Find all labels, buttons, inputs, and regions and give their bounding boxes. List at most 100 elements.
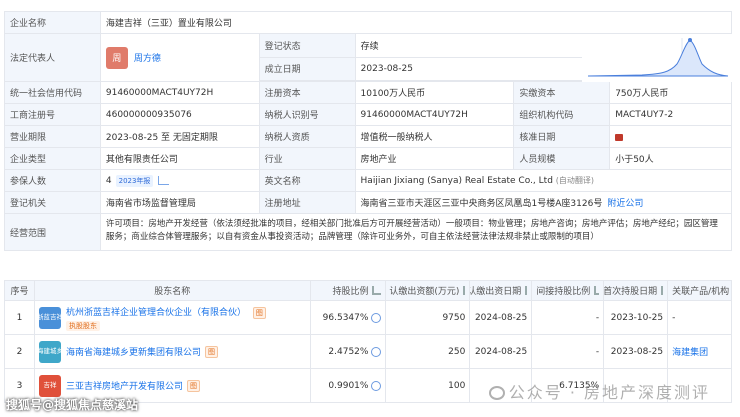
shareholder-info: 杭州浙蓝吉祥企业管理合伙企业（有限合伙） 图 执股股东 [65,305,266,331]
row-company-name: 企业名称 海建吉祥（三亚）置业有限公司 [5,12,732,34]
ratio: 2.4752% [328,346,369,357]
shareholder-name[interactable]: 海南省海建城乡更新集团有限公司 [66,345,201,358]
chart-badge[interactable]: 图 [204,345,218,358]
watermark-right-text: 公众号 · 房地产深度测评 [508,383,710,402]
auto-translate-note: (自动翻译) [555,176,595,185]
company-logo: 吉祥 [38,374,61,397]
date: 2024-08-25 [470,301,533,334]
chart-badge[interactable]: 图 [252,306,266,319]
address-cell: 海南省三亚市天涯区三亚中央商务区凤凰岛1号楼A座3126号 附近公司 [356,192,732,213]
col-date[interactable]: 认缴出资日期 [470,281,533,300]
approval-date-label: 核准日期 [514,126,611,147]
company-name: 海建吉祥（三亚）置业有限公司 [101,12,732,33]
type-label: 企业类型 [5,148,101,169]
col-amount[interactable]: 认缴出资额(万元) [386,281,471,300]
en-name-label: 英文名称 [259,170,356,191]
sort-icon [594,286,600,295]
col-date-label: 认缴出资日期 [470,287,522,297]
row-reg-no: 工商注册号 460000000935076 纳税人识别号 91460000MAC… [5,104,733,126]
credit-code-label: 统一社会信用代码 [5,82,101,103]
legal-rep-link[interactable]: 周方德 [134,51,161,64]
org-code: MACT4UY7-2 [610,104,733,125]
amount: 100 [386,369,471,402]
founded-label: 成立日期 [259,57,356,80]
staff-size-label: 人员规模 [514,148,611,169]
shareholder-name[interactable]: 三亚吉祥房地产开发有限公司 [66,379,183,392]
table-header: 序号 股东名称 持股比例 认缴出资额(万元) 认缴出资日期 间接持股比例 首次持… [5,281,733,301]
industry-label: 行业 [259,148,356,169]
row-type: 企业类型 其他有限责任公司 行业 房地产业 人员规模 小于50人 [5,148,733,170]
en-name-cell: Haijian Jixiang (Sanya) Real Estate Co.,… [356,170,732,191]
lock-icon [615,134,624,141]
staff-size: 小于50人 [610,148,733,169]
sort-icon [463,286,466,295]
col-first-date-label: 首次持股日期 [604,287,658,297]
watermark-left: 搜狐号@搜狐焦点慈溪站 [6,398,139,412]
sort-icon [661,286,664,295]
en-name: Haijian Jixiang (Sanya) Real Estate Co.,… [360,175,553,186]
col-indirect[interactable]: 间接持股比例 [532,281,605,300]
trend-icon[interactable] [158,176,170,185]
related: - [668,301,733,334]
company-name-label: 企业名称 [5,12,101,33]
reg-authority: 海南省市场监督管理局 [101,192,260,213]
ratio-cell: 96.5347% [311,301,387,334]
avatar: 周 [105,46,128,69]
related-link[interactable]: 海建集团 [668,335,733,368]
term-label: 营业期限 [5,126,101,147]
col-related: 关联产品/机构 [668,281,733,300]
row-legal-rep: 法定代表人 周 周方德 登记状态 存续 成立日期 2023-08-25 [5,34,732,82]
penetration-icon[interactable] [371,380,382,391]
col-first-date[interactable]: 首次持股日期 [604,281,669,300]
address: 海南省三亚市天涯区三亚中央商务区凤凰岛1号楼A座3126号 [360,199,603,209]
chart-badge[interactable]: 图 [186,379,200,392]
org-code-label: 组织机构代码 [514,104,611,125]
paid-capital: 750万人民币 [610,82,733,103]
ratio-cell: 0.9901% [311,369,387,402]
row-term: 营业期限 2023-08-25 至 无固定期限 纳税人资质 增值税一般纳税人 核… [5,126,733,148]
reg-capital: 10100万人民币 [356,82,515,103]
wechat-icon [488,386,505,400]
date: 2024-08-25 [470,335,533,368]
legal-rep-cell: 周 周方德 [101,34,260,81]
indirect: - [532,301,605,334]
taxpayer-type: 增值税一般纳税人 [356,126,515,147]
ratio: 0.9901% [328,380,369,391]
sort-icon [525,286,528,295]
reg-authority-label: 登记机关 [5,192,101,213]
ratio: 96.5347% [322,312,369,323]
penetration-icon[interactable] [371,346,382,357]
shareholder-cell: 浙蓝吉祥 杭州浙蓝吉祥企业管理合伙企业（有限合伙） 图 执股股东 [35,301,311,334]
shareholder-name[interactable]: 杭州浙蓝吉祥企业管理合伙企业（有限合伙） [66,308,246,318]
term-value: 2023-08-25 至 无固定期限 [101,126,260,147]
annual-report-tag[interactable]: 2023年报 [115,174,154,187]
col-name: 股东名称 [35,281,311,300]
watermark-right: 公众号 · 房地产深度测评 [488,379,710,403]
taxpayer-type-label: 纳税人资质 [259,126,356,147]
nearby-companies-link[interactable]: 附近公司 [607,196,643,209]
insured-cell: 4 2023年报 [101,170,260,191]
col-ratio[interactable]: 持股比例 [311,281,387,300]
approval-date[interactable] [610,126,733,147]
company-info-table: 企业名称 海建吉祥（三亚）置业有限公司 法定代表人 周 周方德 登记状态 存续 … [4,11,733,251]
company-logo: 浙蓝吉祥 [37,306,63,329]
penetration-icon[interactable] [371,312,382,323]
scope-value: 许可项目：房地产开发经营（依法须经批准的项目，经相关部门批准后方可开展经营活动）… [101,214,732,250]
biz-reg-no: 460000000935076 [101,104,260,125]
capital-trend-chart[interactable] [582,34,732,82]
row-scope: 经营范围 许可项目：房地产开发经营（依法须经批准的项目，经相关部门批准后方可开展… [5,214,732,251]
shareholder-name-wrap: 杭州浙蓝吉祥企业管理合伙企业（有限合伙） 图 [66,305,266,319]
status-label: 登记状态 [259,34,356,57]
sort-icon [372,286,382,295]
industry-value: 房地产业 [356,148,515,169]
paid-capital-label: 实缴资本 [514,82,611,103]
amount: 250 [386,335,471,368]
row-authority: 登记机关 海南省市场监督管理局 注册地址 海南省三亚市天涯区三亚中央商务区凤凰岛… [5,192,732,214]
ratio-cell: 2.4752% [311,335,387,368]
credit-code: 91460000MACT4UY72H [101,82,260,103]
row-no: 2 [5,335,35,368]
scope-label: 经营范围 [5,214,101,250]
biz-reg-no-label: 工商注册号 [5,104,101,125]
type-value: 其他有限责任公司 [101,148,260,169]
reg-capital-label: 注册资本 [259,82,356,103]
